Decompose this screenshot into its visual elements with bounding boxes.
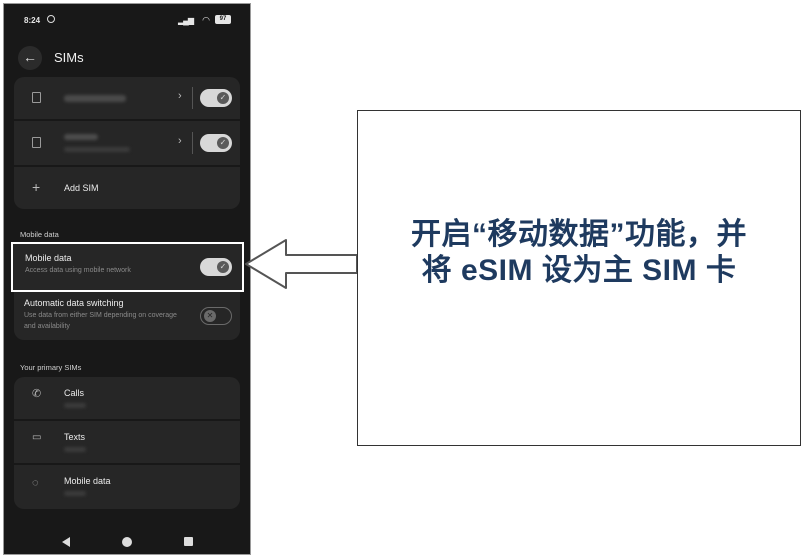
app-header: ← SIMs [4,42,250,72]
chevron-right-icon[interactable]: › [178,90,182,102]
auto-switch-subtitle: Use data from either SIM depending on co… [24,312,177,330]
sim-2-toggle[interactable]: ✓ [200,134,232,152]
wifi-icon: ◠ [202,15,210,25]
mobile-data-toggle[interactable]: ✓ [200,258,232,276]
mobile-data-sim-redacted [64,491,86,496]
section-heading-primary-sims: Your primary SIMs [20,363,82,372]
mobile-data-row-highlighted[interactable]: Mobile data Access data using mobile net… [11,242,244,292]
message-icon: ▭ [32,432,42,443]
esim-card-icon [32,137,41,148]
primary-sim-texts[interactable]: ▭ Texts [14,421,240,463]
plus-icon: + [32,179,41,195]
mobile-data-subtitle: Access data using mobile network [25,267,131,274]
auto-switch-title: Automatic data switching [24,298,124,308]
arrow-shape [245,239,358,289]
navigation-bar [4,528,250,554]
sim-name-redacted [64,95,126,102]
texts-label: Texts [64,432,86,442]
page-title: SIMs [54,50,84,65]
sim-card-icon [32,92,41,103]
primary-mobile-data-label: Mobile data [64,476,111,486]
battery-indicator: 97 [215,15,231,24]
callout-box: 开启“移动数据”功能，并 将 eSIM 设为主 SIM 卡 [357,110,801,446]
sim-row-2[interactable]: › ✓ [14,121,240,165]
primary-sims-card: ✆ Calls ▭ Texts ◌ Mobile data [14,377,240,509]
check-icon: ✓ [217,92,229,104]
sim-name-redacted [64,134,98,140]
divider [192,87,193,109]
calls-sim-redacted [64,403,86,408]
whatsapp-notification-icon [47,15,55,23]
data-icon: ◌ [32,477,39,489]
sim-number-redacted [64,147,130,152]
callout-text: 开启“移动数据”功能，并 将 eSIM 设为主 SIM 卡 [358,217,800,289]
phone-icon: ✆ [32,388,42,400]
callout-line-1: 开启“移动数据”功能，并 [411,218,747,251]
calls-label: Calls [64,388,85,398]
callout-line-2: 将 eSIM 设为主 SIM 卡 [421,254,737,287]
mobile-data-title: Mobile data [25,253,72,263]
nav-home-icon[interactable] [122,537,132,547]
auto-data-switch-row[interactable]: Automatic data switching Use data from e… [14,292,240,340]
sim-row-1[interactable]: › ✓ [14,77,240,119]
status-bar: 8:24 ▂▄▆ ◠ 97 [4,4,250,34]
texts-sim-redacted [64,447,86,452]
signal-icon: ▂▄▆ [178,16,194,25]
add-sim-button[interactable]: + Add SIM [14,167,240,209]
nav-recents-icon[interactable] [184,537,193,546]
chevron-right-icon[interactable]: › [178,135,182,147]
back-arrow-icon[interactable]: ← [18,46,42,70]
phone-screen: 8:24 ▂▄▆ ◠ 97 ← SIMs › ✓ › ✓ + Add SIM M… [3,3,251,555]
status-time: 8:24 [24,16,41,25]
add-sim-label: Add SIM [64,183,99,193]
sim-1-toggle[interactable]: ✓ [200,89,232,107]
sim-list-card: › ✓ › ✓ + Add SIM [14,77,240,209]
x-icon: ✕ [204,310,216,322]
check-icon: ✓ [217,261,229,273]
primary-sim-calls[interactable]: ✆ Calls [14,377,240,419]
divider [192,132,193,154]
check-icon: ✓ [217,137,229,149]
nav-back-icon[interactable] [62,537,70,547]
primary-sim-mobile-data[interactable]: ◌ Mobile data [14,465,240,509]
auto-switch-toggle[interactable]: ✕ [200,307,232,325]
section-heading-mobile-data: Mobile data [20,230,59,239]
